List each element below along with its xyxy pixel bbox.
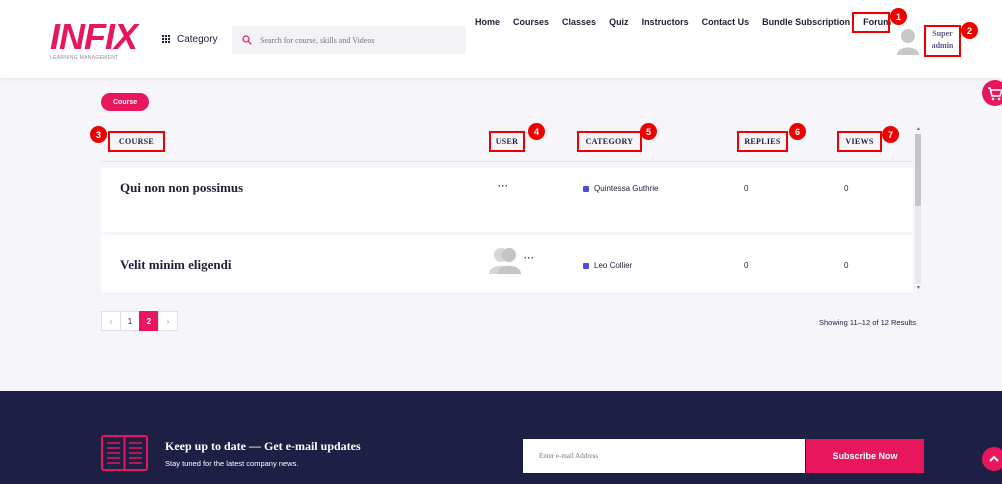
- newsletter-subtitle: Stay tuned for the latest company news.: [165, 459, 299, 468]
- row-replies: 0: [744, 261, 749, 270]
- user-name[interactable]: Super admin: [924, 25, 961, 57]
- user-avatars-icon: [489, 248, 521, 274]
- search-bar[interactable]: [232, 26, 466, 54]
- user-first-name: Super: [932, 29, 953, 38]
- category-button[interactable]: Category: [162, 34, 218, 45]
- table-scrollbar[interactable]: ▲ ▼: [913, 124, 921, 292]
- forum-table: COURSE USER CATEGORY REPLIES VIEWS Qui n…: [101, 122, 923, 292]
- nav-contact-us[interactable]: Contact Us: [702, 17, 750, 27]
- annotation-box-forum: [852, 12, 890, 33]
- nav-instructors[interactable]: Instructors: [642, 17, 689, 27]
- row-views: 0: [844, 261, 849, 270]
- row-category-label: Leo Collier: [594, 261, 633, 270]
- chevron-up-icon: [989, 455, 999, 462]
- pagination-page-2[interactable]: 2: [139, 311, 159, 331]
- nav-classes[interactable]: Classes: [562, 17, 596, 27]
- row-user: ···: [524, 253, 535, 263]
- pagination-next[interactable]: ›: [158, 311, 178, 331]
- annotation-badge-6: 6: [789, 123, 806, 140]
- category-label: Category: [177, 34, 218, 45]
- back-to-top-button[interactable]: [982, 447, 1002, 471]
- site-logo[interactable]: INFIX LEARNING MANAGEMENT: [50, 16, 140, 62]
- scroll-down-icon[interactable]: ▼: [916, 285, 921, 291]
- column-header-user: USER: [489, 131, 525, 152]
- pagination: ‹ 1 2 ›: [101, 311, 178, 331]
- column-header-views: VIEWS: [837, 131, 882, 152]
- table-row[interactable]: Qui non non possimus ··· Quintessa Guthr…: [101, 168, 913, 232]
- newsletter-title: Keep up to date — Get e-mail updates: [165, 439, 361, 453]
- user-last-name: admin: [931, 41, 954, 50]
- results-count: Showing 11–12 of 12 Results: [819, 318, 917, 327]
- main-nav: Home Courses Classes Quiz Instructors Co…: [475, 17, 891, 27]
- row-replies: 0: [744, 184, 749, 193]
- annotation-badge-7: 7: [882, 126, 899, 143]
- forum-row-title[interactable]: Qui non non possimus: [120, 180, 243, 196]
- search-icon: [242, 35, 252, 45]
- user-avatar-icon[interactable]: [897, 27, 919, 55]
- row-category-label: Quintessa Guthrie: [594, 184, 659, 193]
- newsletter-footer: Keep up to date — Get e-mail updates Sta…: [0, 391, 1002, 484]
- forum-content: Course COURSE USER CATEGORY REPLIES VIEW…: [0, 78, 1002, 391]
- row-category: Quintessa Guthrie: [583, 184, 658, 193]
- forum-row-title[interactable]: Velit minim eligendi: [120, 257, 231, 273]
- scroll-thumb[interactable]: [915, 134, 921, 206]
- row-views: 0: [844, 184, 849, 193]
- grid-icon: [162, 35, 171, 44]
- annotation-badge-3: 3: [90, 126, 107, 143]
- nav-home[interactable]: Home: [475, 17, 500, 27]
- annotation-badge-1: 1: [890, 8, 907, 25]
- nav-courses[interactable]: Courses: [513, 17, 549, 27]
- site-header: INFIX LEARNING MANAGEMENT Category Home …: [0, 0, 1002, 78]
- annotation-badge-4: 4: [528, 123, 545, 140]
- nav-bundle-subscription[interactable]: Bundle Subscription: [762, 17, 850, 27]
- nav-quiz[interactable]: Quiz: [609, 17, 629, 27]
- pagination-prev[interactable]: ‹: [101, 311, 121, 331]
- row-category: Leo Collier: [583, 261, 632, 270]
- annotation-badge-5: 5: [640, 123, 657, 140]
- logo-text: INFIX: [50, 16, 138, 57]
- column-header-course: COURSE: [108, 131, 165, 152]
- pagination-page-1[interactable]: 1: [120, 311, 140, 331]
- row-user: ···: [498, 181, 509, 191]
- column-header-replies: REPLIES: [737, 131, 788, 152]
- category-marker-icon: [583, 185, 589, 192]
- email-input[interactable]: [523, 439, 805, 473]
- annotation-badge-2: 2: [961, 22, 978, 39]
- table-row[interactable]: Velit minim eligendi ··· Leo Collier 0 0: [101, 235, 913, 292]
- cart-button[interactable]: [982, 80, 1002, 106]
- column-header-category: CATEGORY: [577, 131, 642, 152]
- subscribe-button[interactable]: Subscribe Now: [806, 439, 924, 473]
- category-marker-icon: [583, 262, 589, 269]
- search-input[interactable]: [260, 35, 460, 45]
- course-section-tag[interactable]: Course: [101, 93, 150, 111]
- book-icon: [101, 435, 148, 471]
- scroll-up-icon[interactable]: ▲: [916, 126, 921, 132]
- cart-icon: [988, 87, 1002, 101]
